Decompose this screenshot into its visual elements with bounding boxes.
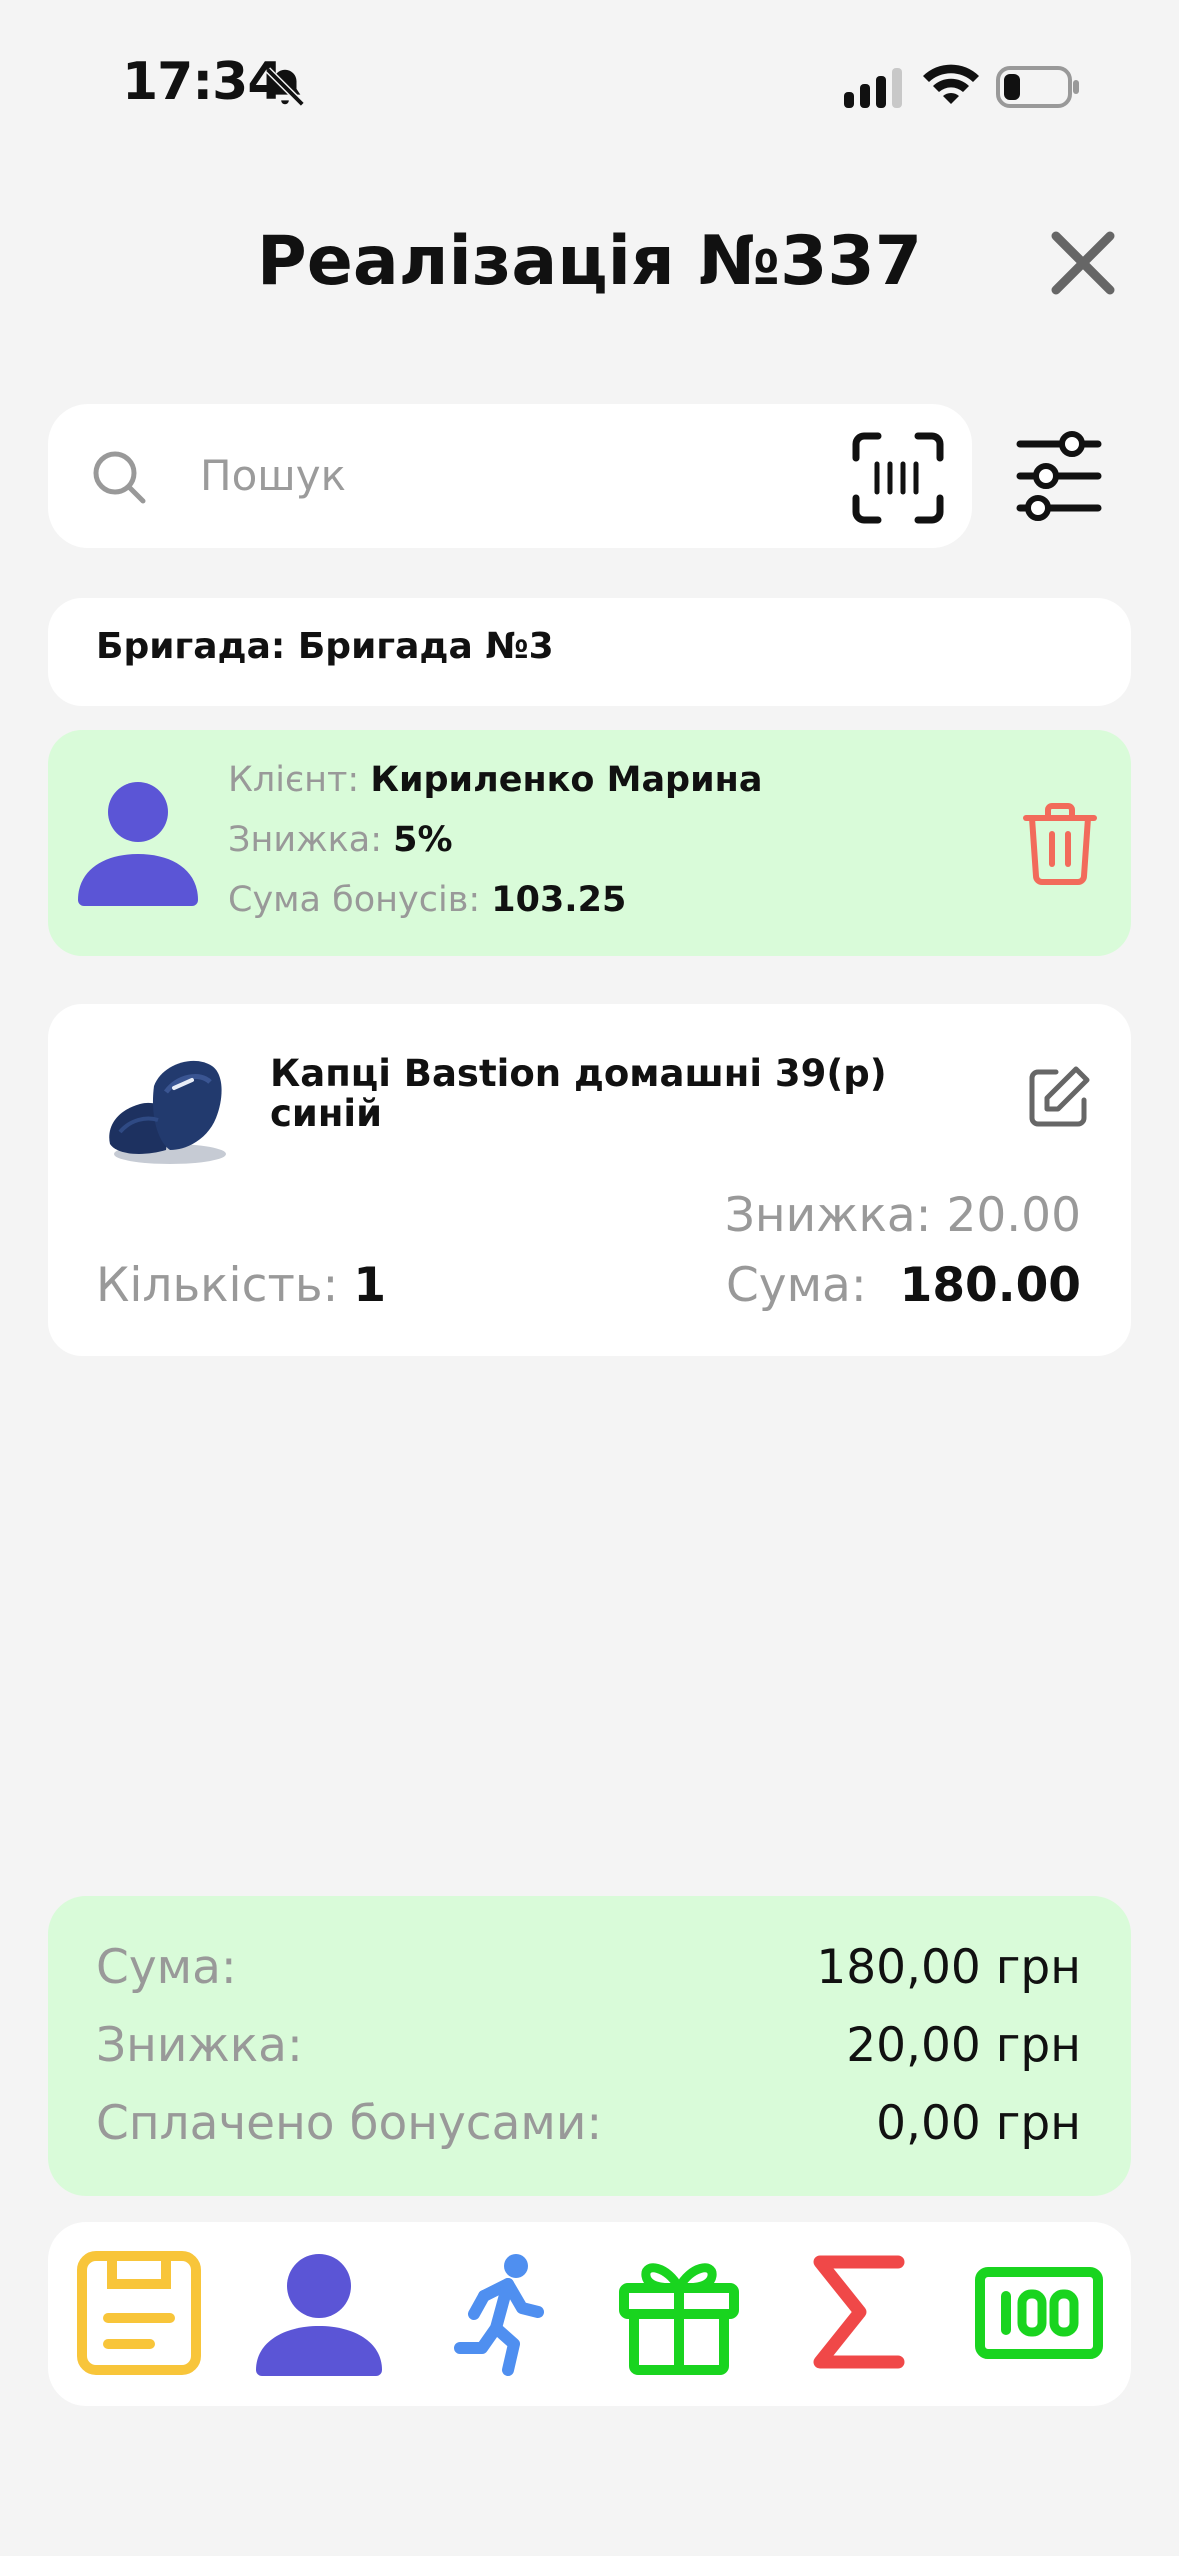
avatar-icon bbox=[78, 782, 198, 906]
client-discount-label: Знижка: bbox=[228, 820, 382, 860]
total-discount-label: Знижка: bbox=[96, 2018, 303, 2073]
product-name: Капці Bastion домашні 39(р) синій bbox=[270, 1052, 887, 1135]
product-qty-value: 1 bbox=[353, 1258, 387, 1313]
battery-icon bbox=[996, 66, 1079, 108]
client-label: Клієнт: bbox=[228, 760, 360, 800]
close-icon[interactable] bbox=[1048, 228, 1118, 298]
brigade-label: Бригада: bbox=[96, 626, 286, 667]
bell-muted-icon bbox=[265, 67, 305, 107]
total-bonus-label: Сплачено бонусами: bbox=[96, 2096, 603, 2151]
product-sum-label: Сума: bbox=[725, 1258, 867, 1313]
product-sum-value: 180.00 bbox=[899, 1258, 1081, 1313]
product-discount: Знижка: 20.00 bbox=[725, 1188, 1081, 1243]
client-bonus-value: 103.25 bbox=[491, 880, 627, 920]
client-bonus-label: Сума бонусів: bbox=[228, 880, 481, 920]
page-title: Реалізація №337 bbox=[256, 222, 923, 301]
cash-icon[interactable] bbox=[974, 2248, 1104, 2378]
total-sum-value: 180,00 грн bbox=[816, 1940, 1081, 1995]
status-time: 17:34 bbox=[122, 52, 284, 112]
sigma-icon[interactable] bbox=[794, 2248, 924, 2378]
product-image bbox=[109, 1060, 226, 1164]
search-input[interactable] bbox=[200, 440, 800, 510]
product-qty-label: Кількість: bbox=[96, 1258, 339, 1313]
client-name: Кириленко Марина bbox=[370, 760, 763, 800]
brigade-value: Бригада №3 bbox=[297, 626, 554, 667]
client-bonus-line: Сума бонусів: 103.25 bbox=[228, 880, 626, 920]
wifi-icon bbox=[923, 64, 979, 104]
product-sum: Сума: 180.00 bbox=[726, 1258, 1081, 1313]
edit-icon[interactable] bbox=[1026, 1064, 1092, 1130]
client-discount-line: Знижка: 5% bbox=[228, 820, 453, 860]
bottom-toolbar bbox=[48, 2222, 1131, 2406]
user-icon[interactable] bbox=[254, 2248, 384, 2378]
runner-icon[interactable] bbox=[434, 2248, 564, 2378]
search-icon bbox=[93, 451, 146, 504]
trash-icon[interactable] bbox=[1022, 802, 1098, 886]
product-quantity: Кількість: 1 bbox=[96, 1258, 386, 1313]
save-icon[interactable] bbox=[74, 2248, 204, 2378]
gift-icon[interactable] bbox=[614, 2248, 744, 2378]
product-discount-label: Знижка: bbox=[724, 1188, 932, 1243]
total-sum-label: Сума: bbox=[96, 1940, 237, 1995]
total-discount-value: 20,00 грн bbox=[846, 2018, 1081, 2073]
filter-settings-icon[interactable] bbox=[1016, 430, 1102, 522]
barcode-scan-icon[interactable] bbox=[852, 432, 944, 524]
signal-icon bbox=[844, 68, 902, 108]
product-discount-value: 20.00 bbox=[946, 1188, 1081, 1243]
client-name-line: Клієнт: Кириленко Марина bbox=[228, 760, 762, 800]
brigade-text: Бригада: Бригада №3 bbox=[96, 626, 554, 667]
total-bonus-value: 0,00 грн bbox=[876, 2096, 1081, 2151]
client-discount-value: 5% bbox=[393, 820, 453, 860]
